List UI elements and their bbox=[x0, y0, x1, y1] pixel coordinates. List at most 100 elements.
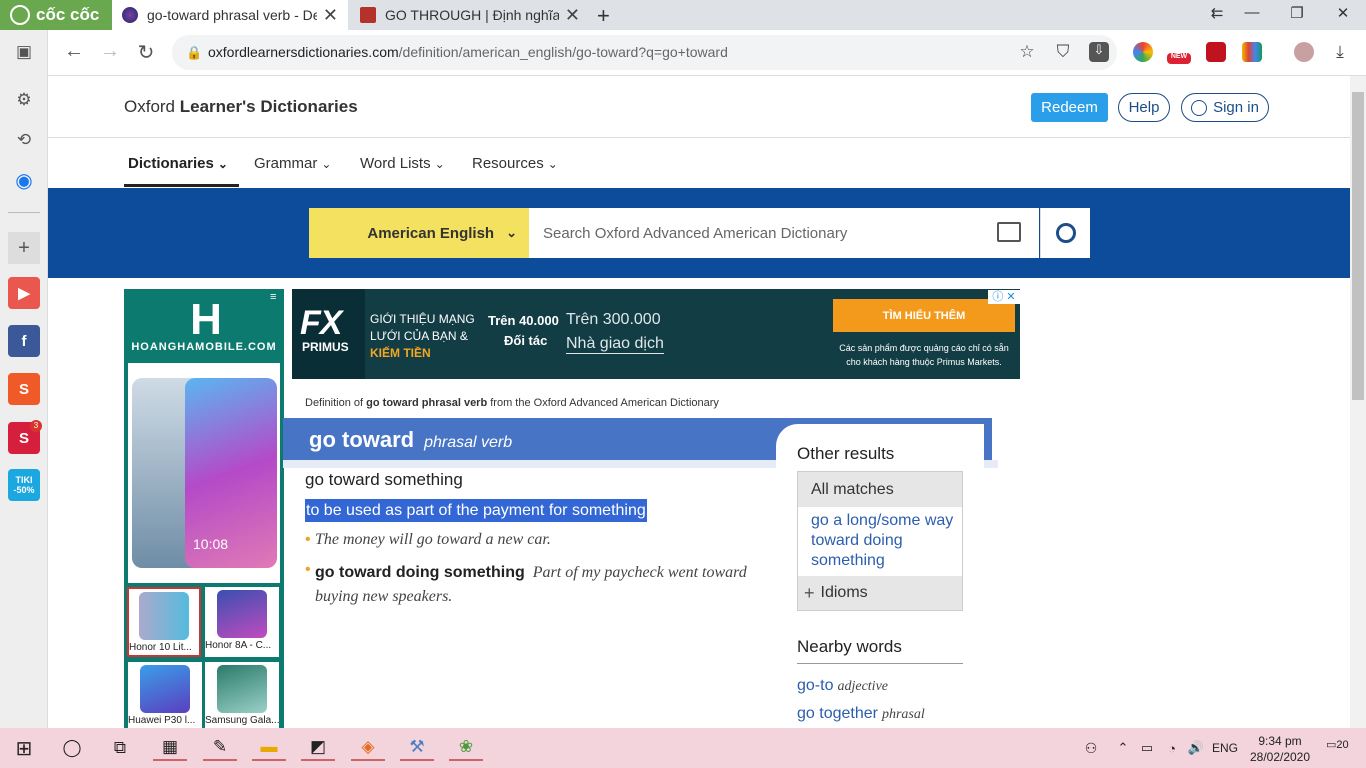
nav-dictionaries[interactable]: Dictionaries ⌄ bbox=[128, 155, 228, 172]
download-arrow-icon[interactable]: ⤓ bbox=[1329, 42, 1351, 62]
file-explorer-icon[interactable]: ▬ bbox=[252, 735, 286, 761]
shield-icon[interactable]: ⛉ bbox=[1052, 42, 1074, 62]
messenger-icon[interactable]: ◉ bbox=[12, 168, 36, 192]
red-extension-icon[interactable] bbox=[1206, 42, 1226, 62]
reload-button[interactable]: ↻ bbox=[133, 40, 159, 65]
nearby-word: go together bbox=[797, 705, 878, 722]
other-results-title: Other results bbox=[797, 444, 895, 463]
colorful-extension-icon[interactable] bbox=[1242, 42, 1262, 62]
restore-button[interactable]: ❐ bbox=[1282, 4, 1312, 22]
forward-button[interactable]: → bbox=[97, 40, 123, 63]
ad-product-thumb[interactable]: Samsung Gala... bbox=[205, 662, 279, 732]
keyboard-icon[interactable] bbox=[997, 222, 1021, 242]
product-name: Samsung Gala... bbox=[205, 715, 279, 726]
close-tab-icon[interactable]: ✕ bbox=[565, 5, 580, 26]
new-tab-button[interactable]: + bbox=[597, 3, 610, 29]
nearby-pos: phrasal bbox=[881, 707, 925, 722]
all-matches-header[interactable]: All matches bbox=[798, 472, 962, 507]
lock-icon[interactable]: 🔒 bbox=[186, 45, 202, 61]
idioms-label: Idioms bbox=[820, 584, 868, 601]
task-view-icon[interactable]: ⧉ bbox=[103, 735, 137, 761]
source-prefix: Definition of bbox=[305, 397, 367, 409]
user-icon bbox=[1191, 99, 1208, 116]
youtube-icon[interactable]: ▶ bbox=[8, 277, 40, 309]
app-tool-icon[interactable]: ⚒ bbox=[400, 735, 434, 761]
ad-stat-traders-label: Nhà giao dịch bbox=[566, 335, 664, 354]
shopee-icon[interactable]: S bbox=[8, 373, 40, 405]
url-text[interactable]: oxfordlearnersdictionaries.com/definitio… bbox=[208, 44, 728, 60]
download-icon[interactable]: ⇩ bbox=[1089, 42, 1109, 62]
add-sidebar-item-icon[interactable]: + bbox=[8, 232, 40, 264]
tab-active[interactable]: go-toward phrasal verb - Def ✕ bbox=[112, 0, 348, 30]
ad-stat-partners: Trên 40.000 bbox=[488, 313, 559, 328]
nav-word-lists[interactable]: Word Lists ⌄ bbox=[360, 155, 445, 172]
nearby-word-link[interactable]: go together phrasal bbox=[797, 705, 925, 723]
app-pdf-icon[interactable]: ◈ bbox=[351, 735, 385, 761]
tab-inactive[interactable]: GO THROUGH | Định nghĩa tr ✕ bbox=[350, 0, 590, 30]
chevron-down-icon: ⌄ bbox=[506, 225, 517, 240]
app-paint-icon[interactable]: ✎ bbox=[203, 735, 237, 761]
dictionary-select[interactable]: American English ⌄ bbox=[309, 208, 529, 258]
tab-search-icon[interactable]: ⇇ bbox=[1202, 4, 1232, 22]
volume-icon[interactable]: 🔊 bbox=[1179, 735, 1213, 761]
close-tab-icon[interactable]: ✕ bbox=[323, 5, 338, 26]
idioms-header[interactable]: + Idioms bbox=[798, 576, 962, 610]
redeem-button[interactable]: Redeem bbox=[1031, 93, 1108, 122]
ad-intro-amp: & bbox=[459, 329, 468, 343]
example-bullet: • bbox=[305, 561, 311, 578]
match-link[interactable]: go a long/some way toward doing somethin… bbox=[811, 511, 956, 571]
oxford-favicon-icon bbox=[122, 7, 138, 23]
sidebar-toggle-icon[interactable]: ▣ bbox=[12, 40, 36, 64]
back-button[interactable]: ← bbox=[61, 40, 87, 63]
nearby-pos: adjective bbox=[837, 679, 888, 694]
notification-center-icon[interactable]: ▭20 bbox=[1326, 738, 1349, 751]
ad-product-thumb[interactable]: Huawei P30 l... bbox=[128, 662, 202, 732]
chevron-down-icon: ⌄ bbox=[321, 157, 332, 171]
history-icon[interactable]: ⟲ bbox=[12, 128, 36, 152]
bookmark-star-icon[interactable]: ☆ bbox=[1016, 42, 1038, 62]
facebook-icon[interactable]: f bbox=[8, 325, 40, 357]
tiki-icon[interactable]: TIKI -50% bbox=[8, 469, 40, 501]
browser-brand[interactable]: cốc cốc bbox=[0, 0, 112, 30]
close-window-button[interactable]: ✕ bbox=[1328, 4, 1358, 22]
sense-heading: go toward something bbox=[305, 470, 463, 489]
search-circle-icon[interactable]: ◯ bbox=[55, 735, 89, 761]
url-host: oxfordlearnersdictionaries.com bbox=[208, 44, 399, 60]
system-clock[interactable]: 9:34 pm 28/02/2020 bbox=[1244, 733, 1316, 765]
search-input[interactable]: Search Oxford Advanced American Dictiona… bbox=[529, 208, 1039, 258]
new-badge-extension-icon[interactable]: NEW bbox=[1167, 53, 1191, 64]
chrome-extension-icon[interactable] bbox=[1133, 42, 1153, 62]
sign-in-button[interactable]: Sign in bbox=[1181, 93, 1269, 122]
windows-start-icon[interactable]: ⊞ bbox=[7, 735, 41, 761]
example-bullet: • bbox=[305, 531, 311, 548]
nav-label: Resources bbox=[472, 155, 544, 172]
minimize-button[interactable]: — bbox=[1237, 4, 1267, 21]
search-button[interactable] bbox=[1040, 208, 1090, 258]
nearby-words-title: Nearby words bbox=[797, 637, 902, 656]
chevron-down-icon: ⌄ bbox=[434, 157, 445, 171]
adchoices-close-icon[interactable]: ⓘ ✕ bbox=[988, 290, 1020, 304]
language-indicator[interactable]: ENG bbox=[1212, 741, 1238, 755]
nav-resources[interactable]: Resources ⌄ bbox=[472, 155, 558, 172]
nearby-word-link[interactable]: go-to adjective bbox=[797, 677, 888, 695]
settings-gear-icon[interactable]: ⚙ bbox=[12, 88, 36, 112]
ad-product-thumb[interactable]: Honor 10 Lit... bbox=[127, 587, 201, 657]
product-name: Honor 8A - C... bbox=[205, 640, 272, 651]
ad-menu-icon[interactable]: ≡ bbox=[270, 291, 276, 303]
ad-stat-traders: Trên 300.000 bbox=[566, 311, 661, 328]
fx-logo: FX bbox=[300, 304, 342, 342]
ad-product-thumb[interactable]: Honor 8A - C... bbox=[205, 587, 279, 657]
scrollbar-thumb[interactable] bbox=[1352, 92, 1364, 400]
nav-active-underline bbox=[124, 184, 239, 187]
people-icon[interactable]: ⚇ bbox=[1074, 735, 1108, 761]
app-clipboard-icon[interactable]: ▦ bbox=[153, 735, 187, 761]
product-name: Huawei P30 l... bbox=[128, 715, 196, 726]
nav-grammar[interactable]: Grammar ⌄ bbox=[254, 155, 331, 172]
definition-text[interactable]: to be used as part of the payment for so… bbox=[305, 499, 647, 522]
coccoc-taskbar-icon[interactable]: ❀ bbox=[449, 735, 483, 761]
search-icon bbox=[1055, 223, 1076, 243]
help-button[interactable]: Help bbox=[1118, 93, 1170, 122]
site-logo[interactable]: Oxford Learner's Dictionaries bbox=[124, 97, 358, 117]
app-notepad-icon[interactable]: ◩ bbox=[301, 735, 335, 761]
profile-avatar[interactable] bbox=[1294, 42, 1314, 62]
